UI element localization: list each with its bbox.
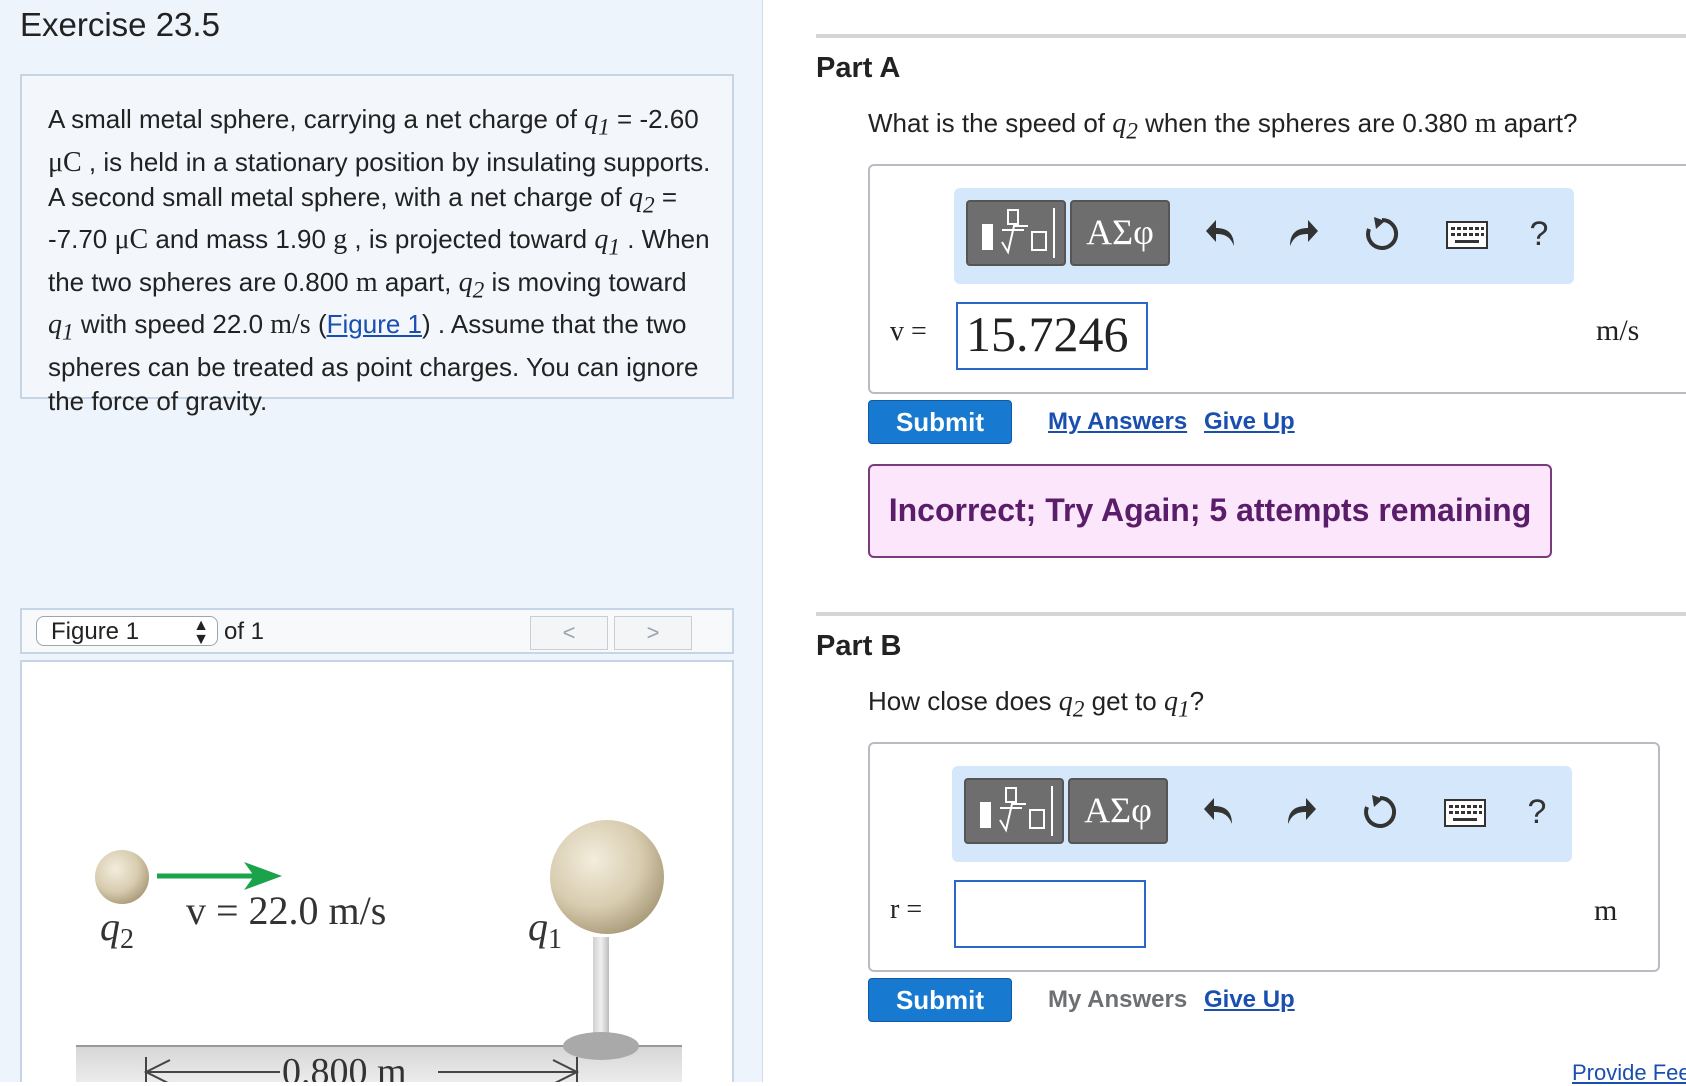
reset-button[interactable] bbox=[1352, 188, 1412, 280]
problem-text-part: apart, bbox=[377, 266, 459, 297]
provide-feedback-link[interactable]: Provide Feedback bbox=[1572, 1060, 1686, 1086]
figure-navigation-bar: Figure 1 ▲ ▼ of 1 < > bbox=[20, 608, 734, 654]
figure-select[interactable]: Figure 1 ▲ ▼ bbox=[36, 616, 218, 648]
redo-button[interactable] bbox=[1270, 766, 1330, 858]
sphere-q1 bbox=[550, 820, 664, 934]
part-b-answer-input[interactable] bbox=[954, 880, 1146, 948]
figure-select-value: Figure 1 bbox=[51, 618, 140, 645]
var-q1: q1 bbox=[594, 224, 620, 261]
unit-microcoulomb: μC bbox=[48, 146, 82, 178]
problem-text: A small metal sphere, carrying a net cha… bbox=[48, 102, 718, 418]
var-q2: q2 bbox=[628, 181, 655, 219]
stand-base bbox=[563, 1032, 639, 1060]
part-a-submit-button[interactable]: Submit bbox=[868, 400, 1012, 444]
var-q2: q2 bbox=[458, 266, 485, 304]
reset-icon bbox=[1364, 795, 1397, 828]
left-panel: Exercise 23.5 A small metal sphere, carr… bbox=[0, 0, 763, 1082]
reset-icon bbox=[1366, 217, 1399, 250]
problem-text-part: and mass 1.90 bbox=[148, 224, 334, 255]
var-q2: q2 bbox=[1112, 108, 1138, 145]
templates-button[interactable] bbox=[966, 200, 1066, 266]
undo-button[interactable] bbox=[1192, 188, 1252, 280]
next-figure-button[interactable]: > bbox=[614, 616, 692, 650]
label-q2: q2 bbox=[100, 904, 134, 955]
part-b-submit-button[interactable]: Submit bbox=[868, 978, 1012, 1022]
part-a-feedback-message: Incorrect; Try Again; 5 attempts remaini… bbox=[868, 464, 1552, 558]
help-button[interactable]: ? bbox=[1512, 766, 1562, 858]
label-q1: q1 bbox=[528, 904, 562, 955]
figure-count: of 1 bbox=[224, 618, 265, 645]
keyboard-icon bbox=[1444, 799, 1486, 827]
var-q1: q1 bbox=[1163, 686, 1190, 723]
redo-button[interactable] bbox=[1272, 188, 1332, 280]
part-a-units: m/s bbox=[1596, 314, 1640, 347]
undo-icon bbox=[1206, 220, 1234, 246]
var-q1: q1 bbox=[584, 104, 610, 141]
part-b-title: Part B bbox=[816, 630, 902, 662]
undo-button[interactable] bbox=[1190, 766, 1250, 858]
label-distance: 0.800 m bbox=[282, 1051, 407, 1082]
previous-figure-button[interactable]: < bbox=[530, 616, 608, 650]
problem-text-part: is moving toward bbox=[484, 266, 687, 297]
unit-meters-per-second: m/s bbox=[270, 309, 311, 341]
part-a-answer-box: ΑΣφ ? v = 15.7246 m/s bbox=[868, 164, 1686, 394]
part-a-title: Part A bbox=[816, 52, 901, 84]
exercise-title: Exercise 23.5 bbox=[20, 6, 220, 43]
keyboard-button[interactable] bbox=[1430, 766, 1500, 858]
greek-symbols-button[interactable]: ΑΣφ bbox=[1070, 200, 1170, 266]
part-a-divider bbox=[816, 34, 1686, 38]
label-speed: v = 22.0 m/s bbox=[186, 888, 386, 933]
insulating-stand bbox=[593, 937, 609, 1037]
charges-diagram: q2 v = 22.0 m/s q1 0.800 m bbox=[76, 820, 682, 1082]
problem-text-part: , is projected toward bbox=[347, 224, 595, 255]
part-b-units: m bbox=[1594, 894, 1618, 927]
part-b-question: How close does q2 get to q1? bbox=[868, 686, 1205, 723]
keyboard-icon bbox=[1446, 221, 1488, 249]
templates-icon bbox=[980, 786, 1053, 836]
part-a-answer-input[interactable]: 15.7246 bbox=[956, 302, 1148, 370]
part-a-my-answers-link[interactable]: My Answers bbox=[1048, 408, 1187, 436]
part-a-give-up-link[interactable]: Give Up bbox=[1204, 408, 1295, 436]
part-b-math-toolbar: ΑΣφ ? bbox=[952, 766, 1572, 862]
redo-icon bbox=[1288, 798, 1316, 824]
unit-meter: m bbox=[355, 266, 378, 298]
var-q2: q2 bbox=[1058, 686, 1085, 723]
templates-icon bbox=[982, 208, 1055, 258]
unit-gram: g bbox=[333, 224, 348, 256]
unit-microcoulomb: μC bbox=[114, 224, 149, 256]
help-button[interactable]: ? bbox=[1514, 188, 1564, 280]
greek-symbols-button[interactable]: ΑΣφ bbox=[1068, 778, 1168, 844]
part-b-give-up-link[interactable]: Give Up bbox=[1204, 986, 1295, 1014]
problem-statement-box: A small metal sphere, carrying a net cha… bbox=[20, 74, 734, 416]
part-a-math-toolbar: ΑΣφ ? bbox=[954, 188, 1574, 284]
templates-button[interactable] bbox=[964, 778, 1064, 844]
part-b-variable-label: r = bbox=[890, 894, 923, 925]
problem-text-part: , is held in a stationary position by in… bbox=[48, 146, 711, 212]
part-b-divider bbox=[816, 612, 1686, 616]
problem-text-part: = -2.60 bbox=[609, 104, 699, 134]
questions-panel: Part A What is the speed of q2 when the … bbox=[816, 0, 1686, 1085]
keyboard-button[interactable] bbox=[1432, 188, 1502, 280]
problem-text-part: ( bbox=[310, 309, 327, 340]
var-q1: q1 bbox=[48, 309, 74, 346]
problem-text-part: with speed 22.0 bbox=[73, 309, 271, 340]
part-b-my-answers-link: My Answers bbox=[1048, 986, 1188, 1013]
part-a-question: What is the speed of q2 when the spheres… bbox=[868, 108, 1578, 145]
part-b-answer-box: ΑΣφ ? r = m bbox=[868, 742, 1660, 972]
reset-button[interactable] bbox=[1350, 766, 1410, 858]
select-arrows-icon: ▲ ▼ bbox=[193, 617, 209, 648]
sphere-q2 bbox=[95, 850, 149, 904]
figure-link[interactable]: Figure 1 bbox=[327, 309, 422, 339]
problem-text-part: A small metal sphere, carrying a net cha… bbox=[48, 104, 585, 134]
figure-panel: q2 v = 22.0 m/s q1 0.800 m bbox=[20, 660, 734, 1082]
undo-icon bbox=[1204, 798, 1232, 824]
part-a-variable-label: v = bbox=[890, 316, 927, 347]
redo-icon bbox=[1290, 220, 1318, 246]
